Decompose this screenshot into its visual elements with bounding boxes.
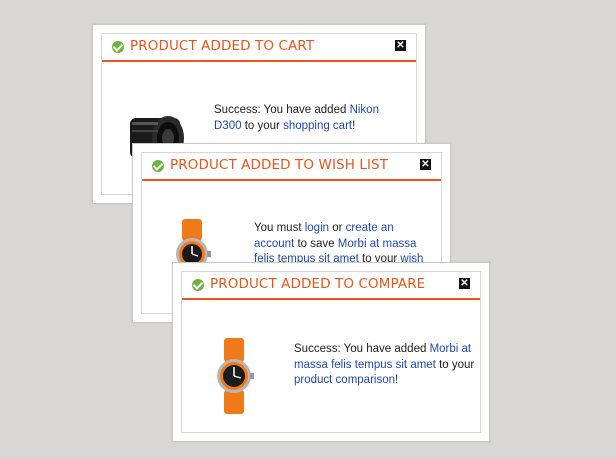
message-text: !	[395, 374, 399, 386]
message-text: to save	[294, 237, 338, 250]
cart-popup-title: PRODUCT ADDED TO CART	[130, 38, 315, 54]
success-check-icon	[152, 160, 164, 172]
cart-popup-header: PRODUCT ADDED TO CART ✕	[102, 34, 416, 62]
orange-watch-icon	[212, 338, 256, 414]
message-text: or	[329, 222, 346, 234]
message-text: to your	[241, 119, 284, 132]
wishlist-popup-header: PRODUCT ADDED TO WISH LIST ✕	[142, 153, 441, 181]
message-text: You must	[254, 222, 305, 234]
compare-popup-title: PRODUCT ADDED TO COMPARE	[210, 276, 426, 292]
close-icon[interactable]: ✕	[395, 40, 406, 51]
message-text: to your	[435, 358, 475, 371]
success-check-icon	[112, 41, 124, 53]
success-check-icon	[192, 279, 204, 291]
message-text: !	[352, 119, 356, 132]
close-icon[interactable]: ✕	[420, 159, 431, 170]
compare-panel: PRODUCT ADDED TO COMPARE ✕ Success: You …	[181, 271, 481, 433]
cart-message: Success: You have added Nikon D300 to yo…	[214, 103, 400, 134]
close-icon[interactable]: ✕	[459, 278, 470, 289]
message-text: Success: You have added	[214, 104, 350, 116]
compare-popup-header: PRODUCT ADDED TO COMPARE ✕	[182, 272, 480, 300]
compare-popup: PRODUCT ADDED TO COMPARE ✕ Success: You …	[172, 262, 490, 442]
product-comparison-link[interactable]: product comparison	[294, 374, 395, 386]
shopping-cart-link[interactable]: shopping cart	[283, 120, 352, 132]
login-link[interactable]: login	[305, 222, 329, 234]
compare-message: Success: You have added Morbi at massa f…	[294, 342, 476, 389]
message-text: Success: You have added	[294, 343, 430, 355]
wishlist-popup-title: PRODUCT ADDED TO WISH LIST	[170, 157, 389, 173]
